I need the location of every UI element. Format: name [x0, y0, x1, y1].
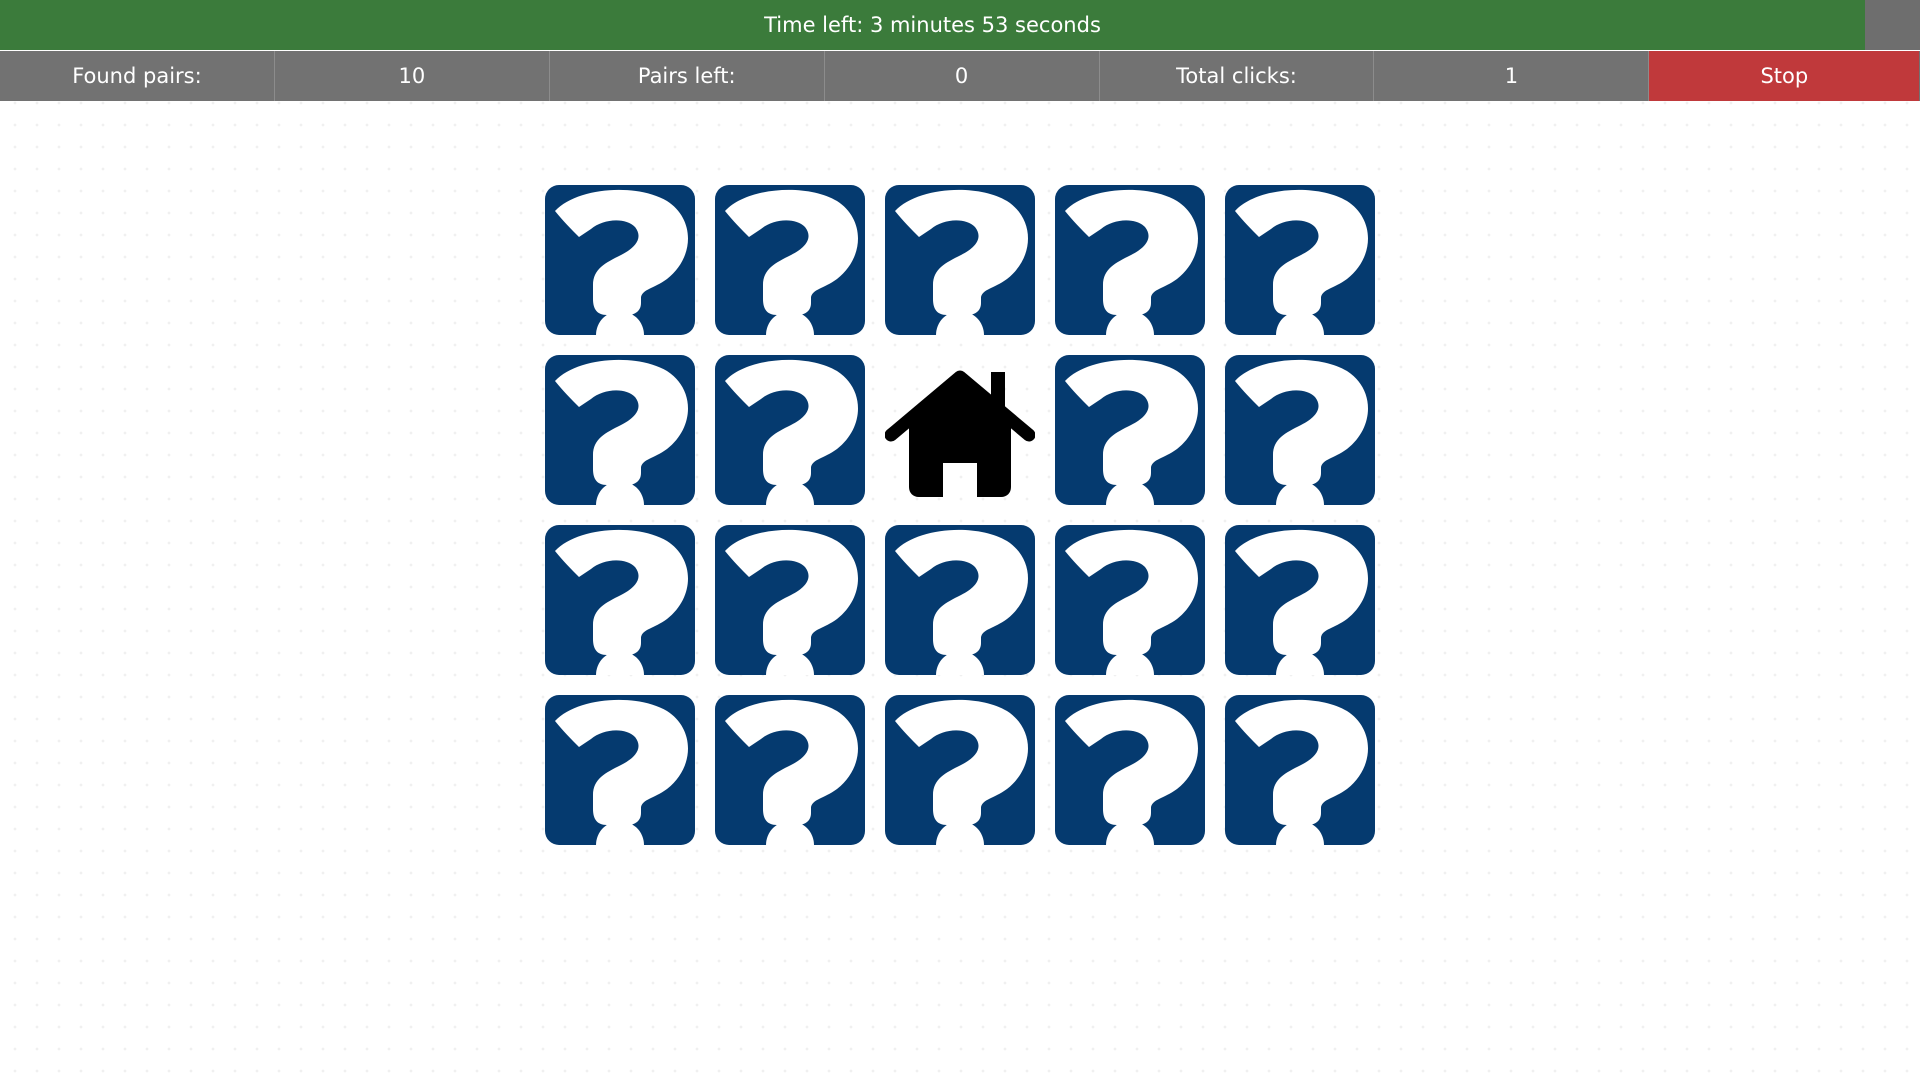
question-icon: [715, 695, 865, 845]
question-icon: [715, 355, 865, 505]
card-back[interactable]: [1055, 525, 1205, 675]
question-icon: [1055, 185, 1205, 335]
revealed-card[interactable]: [885, 355, 1035, 505]
question-icon: [885, 525, 1035, 675]
card-back[interactable]: [1055, 695, 1205, 845]
card-back[interactable]: [1225, 355, 1375, 505]
card-back[interactable]: [1225, 185, 1375, 335]
question-icon: [545, 355, 695, 505]
time-left-text: Time left: 3 minutes 53 seconds: [764, 13, 1101, 37]
card-back[interactable]: [1225, 525, 1375, 675]
found-pairs-value: 10: [275, 51, 550, 101]
card-back[interactable]: [1055, 355, 1205, 505]
card-back[interactable]: [715, 695, 865, 845]
card-back[interactable]: [545, 185, 695, 335]
question-icon: [715, 185, 865, 335]
card-back[interactable]: [545, 355, 695, 505]
home-icon: [885, 355, 1035, 505]
question-icon: [545, 695, 695, 845]
card-back[interactable]: [715, 185, 865, 335]
question-icon: [885, 185, 1035, 335]
total-clicks-value: 1: [1374, 51, 1650, 101]
question-icon: [1225, 185, 1375, 335]
pairs-left-value: 0: [825, 51, 1100, 101]
card-back[interactable]: [1055, 185, 1205, 335]
question-icon: [545, 185, 695, 335]
time-left-bar: Time left: 3 minutes 53 seconds: [0, 0, 1865, 50]
question-icon: [1055, 355, 1205, 505]
stop-button[interactable]: Stop: [1649, 51, 1920, 101]
question-icon: [1055, 525, 1205, 675]
stats-bar: Found pairs: 10 Pairs left: 0 Total clic…: [0, 51, 1920, 101]
card-back[interactable]: [545, 695, 695, 845]
question-icon: [885, 695, 1035, 845]
question-icon: [1225, 355, 1375, 505]
card-back[interactable]: [715, 355, 865, 505]
card-back[interactable]: [885, 185, 1035, 335]
question-icon: [1225, 695, 1375, 845]
card-back[interactable]: [715, 525, 865, 675]
card-grid: [545, 185, 1375, 845]
card-back[interactable]: [885, 695, 1035, 845]
card-back[interactable]: [545, 525, 695, 675]
question-icon: [1055, 695, 1205, 845]
question-icon: [715, 525, 865, 675]
timer-bar-end: [1865, 0, 1920, 50]
pairs-left-label: Pairs left:: [550, 51, 825, 101]
question-icon: [545, 525, 695, 675]
card-back[interactable]: [885, 525, 1035, 675]
total-clicks-label: Total clicks:: [1100, 51, 1375, 101]
card-back[interactable]: [1225, 695, 1375, 845]
question-icon: [1225, 525, 1375, 675]
found-pairs-label: Found pairs:: [0, 51, 275, 101]
